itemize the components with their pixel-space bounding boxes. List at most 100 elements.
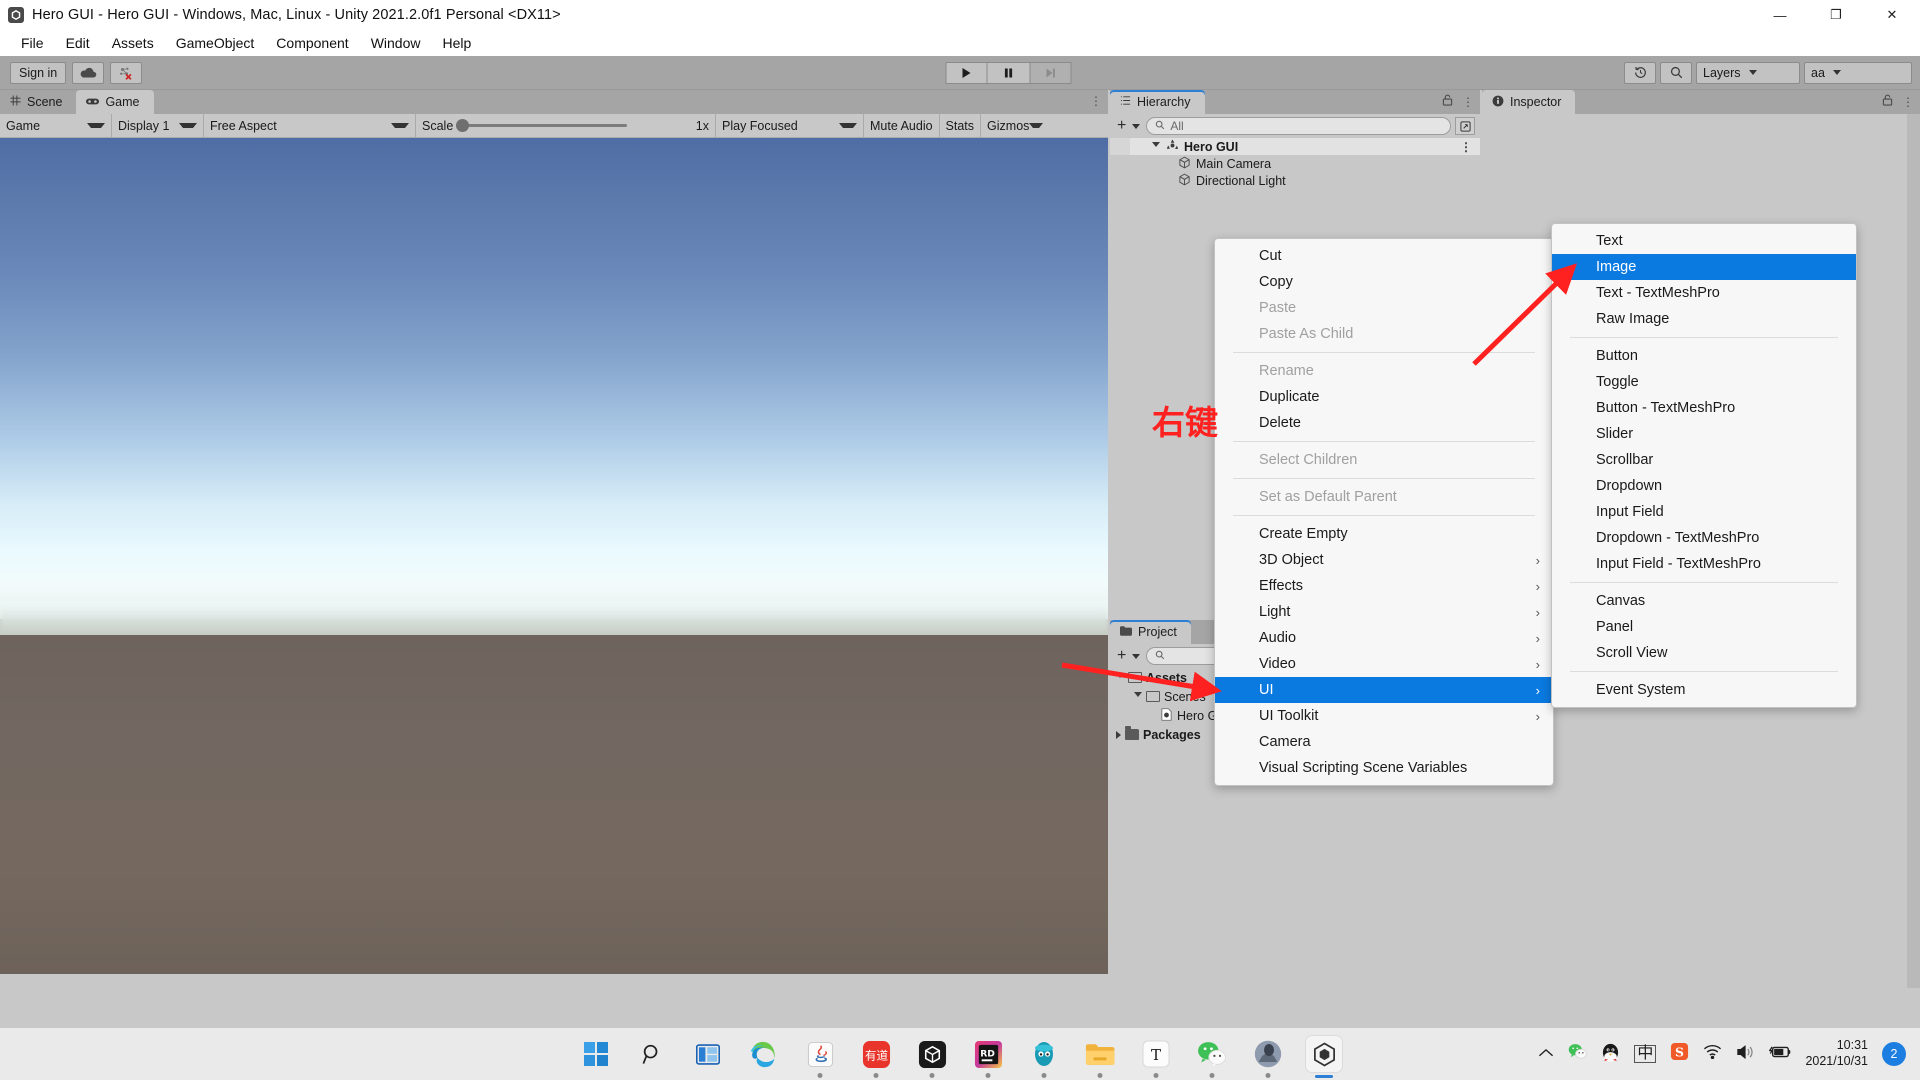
tab-game[interactable]: Game (76, 90, 154, 114)
display-dropdown[interactable]: Display 1 (112, 113, 204, 138)
hierarchy-item-hero-gui[interactable]: Hero GUI ⋮ (1110, 138, 1480, 155)
search-icon[interactable] (1660, 61, 1692, 84)
hierarchy-item-main-camera[interactable]: Main Camera (1110, 155, 1480, 172)
scale-slider-track[interactable] (456, 119, 628, 132)
volume-icon[interactable] (1736, 1044, 1755, 1065)
ctx-item-cut[interactable]: Cut (1215, 243, 1553, 269)
tab-project[interactable]: Project (1110, 620, 1191, 644)
unity-hub-icon[interactable] (914, 1036, 950, 1078)
scale-slider[interactable]: Scale 1x (416, 113, 716, 138)
ctx-item-delete[interactable]: Delete (1215, 410, 1553, 436)
gameobject-context-menu[interactable]: Cut Copy Paste Paste As Child Rename Dup… (1214, 238, 1554, 786)
ui-item-text-textmeshpro[interactable]: Text - TextMeshPro (1552, 280, 1856, 306)
minimize-button[interactable]: — (1752, 0, 1808, 30)
ctx-item-audio[interactable]: Audio › (1215, 625, 1553, 651)
kebab-icon[interactable]: ⋮ (1460, 140, 1472, 154)
java-icon[interactable] (802, 1036, 838, 1078)
hierarchy-item-directional-light[interactable]: Directional Light (1110, 172, 1480, 189)
ctx-item-ui-toolkit[interactable]: UI Toolkit › (1215, 703, 1553, 729)
wechat-tray-icon[interactable] (1568, 1043, 1588, 1065)
ui-item-button[interactable]: Button (1552, 343, 1856, 369)
ui-item-image[interactable]: Image (1552, 254, 1856, 280)
ui-item-dropdown-textmeshpro[interactable]: Dropdown - TextMeshPro (1552, 525, 1856, 551)
collab-error-icon[interactable] (110, 61, 143, 84)
scale-slider-knob[interactable] (456, 119, 470, 132)
chevron-down-icon[interactable] (1116, 673, 1124, 682)
menu-window[interactable]: Window (360, 32, 432, 54)
start-windows-icon[interactable] (578, 1036, 614, 1072)
aspect-dropdown[interactable]: Free Aspect (204, 113, 416, 138)
microsoft-edge-icon[interactable] (746, 1036, 782, 1072)
qq-tray-icon[interactable] (1601, 1042, 1620, 1067)
ctx-item-ui[interactable]: UI › (1215, 677, 1553, 703)
create-asset-button[interactable]: + (1115, 647, 1142, 665)
ui-item-scroll-view[interactable]: Scroll View (1552, 640, 1856, 666)
stats-toggle[interactable]: Stats (940, 113, 982, 138)
menu-component[interactable]: Component (265, 32, 359, 54)
pause-button[interactable] (987, 61, 1030, 84)
ctx-item-duplicate[interactable]: Duplicate (1215, 384, 1553, 410)
target-display-dropdown[interactable]: Game (0, 113, 112, 138)
ui-item-toggle[interactable]: Toggle (1552, 369, 1856, 395)
hierarchy-search-mode-button[interactable] (1455, 117, 1475, 135)
lock-icon[interactable] (1882, 94, 1893, 109)
task-view-icon[interactable] (690, 1036, 726, 1072)
hierarchy-search-input[interactable]: All (1146, 117, 1451, 135)
ctx-item-camera[interactable]: Camera (1215, 729, 1553, 755)
ctx-item-copy[interactable]: Copy (1215, 269, 1553, 295)
ui-item-scrollbar[interactable]: Scrollbar (1552, 447, 1856, 473)
kebab-icon[interactable]: ⋮ (1090, 94, 1102, 108)
menu-edit[interactable]: Edit (55, 32, 101, 54)
kebab-icon[interactable]: ⋮ (1462, 95, 1474, 109)
ui-item-panel[interactable]: Panel (1552, 614, 1856, 640)
typora-icon[interactable]: T (1138, 1036, 1174, 1078)
game-render-canvas[interactable] (0, 138, 1108, 974)
play-button[interactable] (945, 61, 988, 84)
tab-scene[interactable]: Scene (0, 90, 77, 114)
gizmos-dropdown[interactable]: Gizmos (981, 114, 1049, 138)
tab-hierarchy[interactable]: Hierarchy (1110, 90, 1205, 114)
ime-chinese-icon[interactable]: 中 (1634, 1045, 1657, 1063)
ui-item-input-field-textmeshpro[interactable]: Input Field - TextMeshPro (1552, 551, 1856, 577)
ctx-item-video[interactable]: Video › (1215, 651, 1553, 677)
notification-badge[interactable]: 2 (1882, 1042, 1906, 1066)
unity-editor-icon[interactable] (1306, 1036, 1342, 1078)
ctx-item-visual-scripting-scene-variables[interactable]: Visual Scripting Scene Variables (1215, 755, 1553, 781)
ui-item-slider[interactable]: Slider (1552, 421, 1856, 447)
ui-item-raw-image[interactable]: Raw Image (1552, 306, 1856, 332)
tab-inspector[interactable]: Inspector (1482, 90, 1576, 114)
mute-audio-toggle[interactable]: Mute Audio (864, 113, 940, 138)
lock-icon[interactable] (1442, 94, 1453, 109)
taskbar-clock[interactable]: 10:31 2021/10/31 (1805, 1038, 1868, 1069)
ui-item-text[interactable]: Text (1552, 228, 1856, 254)
navicat-icon[interactable] (1026, 1036, 1062, 1078)
show-hidden-icons-icon[interactable] (1538, 1045, 1554, 1063)
ui-item-canvas[interactable]: Canvas (1552, 588, 1856, 614)
chevron-down-icon[interactable] (1134, 692, 1142, 701)
rider-icon[interactable]: RD (970, 1036, 1006, 1078)
create-gameobject-button[interactable]: + (1115, 117, 1142, 135)
menu-help[interactable]: Help (431, 32, 482, 54)
step-button[interactable] (1029, 61, 1072, 84)
game-tab-options[interactable]: ⋮ (1090, 94, 1102, 108)
undo-history-icon[interactable] (1624, 61, 1656, 84)
menu-assets[interactable]: Assets (101, 32, 165, 54)
ui-item-button-textmeshpro[interactable]: Button - TextMeshPro (1552, 395, 1856, 421)
ctx-item-light[interactable]: Light › (1215, 599, 1553, 625)
search-icon[interactable] (634, 1036, 670, 1072)
wifi-icon[interactable] (1703, 1044, 1722, 1064)
ui-submenu[interactable]: Text Image Text - TextMeshPro Raw Image … (1551, 223, 1857, 708)
ui-item-event-system[interactable]: Event System (1552, 677, 1856, 703)
photo-app-icon[interactable] (1250, 1036, 1286, 1078)
ctx-item-3d-object[interactable]: 3D Object › (1215, 547, 1553, 573)
wechat-icon[interactable] (1194, 1036, 1230, 1078)
sogou-input-icon[interactable]: S (1670, 1042, 1689, 1066)
ui-item-dropdown[interactable]: Dropdown (1552, 473, 1856, 499)
file-explorer-icon[interactable] (1082, 1036, 1118, 1078)
layers-dropdown[interactable]: Layers (1696, 61, 1800, 84)
ctx-item-effects[interactable]: Effects › (1215, 573, 1553, 599)
menu-file[interactable]: File (10, 32, 55, 54)
youdao-dictionary-icon[interactable]: 有道 (858, 1036, 894, 1078)
close-button[interactable]: ✕ (1864, 0, 1920, 30)
layout-dropdown[interactable]: aa (1804, 61, 1912, 84)
